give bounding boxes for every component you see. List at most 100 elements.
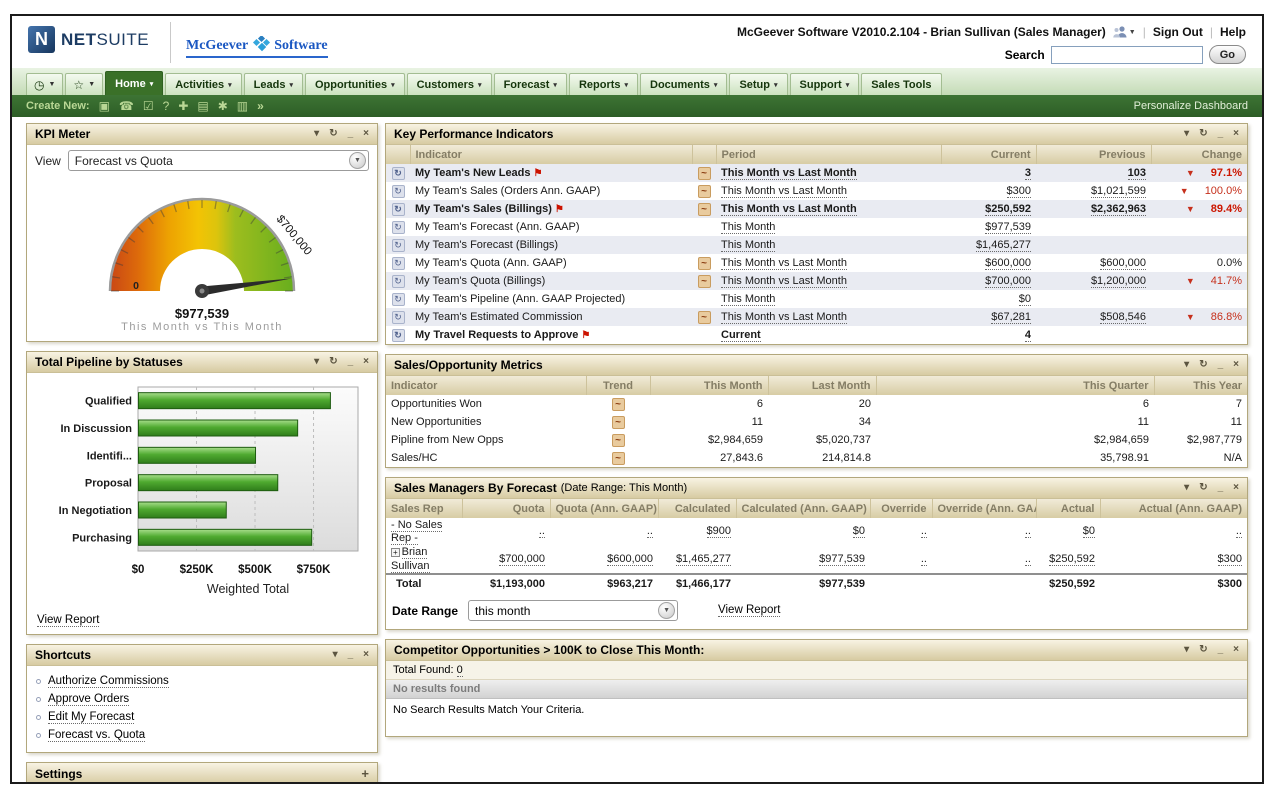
kpi-current-value[interactable]: 3 bbox=[1025, 167, 1031, 180]
column-header[interactable]: Override (Ann. GAAP) bbox=[932, 499, 1036, 518]
column-header[interactable]: Sales Rep bbox=[386, 499, 462, 518]
portlet-menu-button[interactable]: ▾ bbox=[333, 650, 338, 660]
personalize-dashboard-link[interactable]: Personalize Dashboard bbox=[1134, 100, 1248, 112]
kpi-current-value[interactable]: $600,000 bbox=[985, 257, 1031, 270]
column-header[interactable]: This Quarter bbox=[876, 376, 1154, 395]
date-range-select[interactable]: this month ▼ bbox=[468, 600, 678, 621]
search-input[interactable] bbox=[1051, 46, 1203, 64]
kpi-current-value[interactable]: $67,281 bbox=[991, 311, 1031, 324]
trend-graph-icon[interactable]: ~ bbox=[698, 167, 711, 180]
view-report-link[interactable]: View Report bbox=[718, 604, 780, 617]
kpi-period-link[interactable]: This Month vs Last Month bbox=[721, 167, 857, 180]
column-header[interactable]: Override bbox=[870, 499, 932, 518]
nav-tab[interactable]: Support ▾ bbox=[790, 73, 860, 95]
trend-graph-icon[interactable]: ~ bbox=[612, 434, 625, 447]
row-refresh-icon[interactable]: ↻ bbox=[392, 167, 405, 180]
portlet-minimize-button[interactable]: _ bbox=[348, 357, 354, 367]
calculated-gaap-value[interactable]: $977,539 bbox=[819, 553, 865, 566]
portlet-close-button[interactable]: × bbox=[1233, 129, 1239, 139]
kpi-current-value[interactable]: $300 bbox=[1007, 185, 1031, 198]
nav-tab[interactable]: Home ▾ bbox=[105, 71, 163, 95]
kpi-current-value[interactable]: $977,539 bbox=[985, 221, 1031, 234]
kpi-previous-value[interactable]: $2,362,963 bbox=[1091, 203, 1146, 216]
calculated-value[interactable]: $900 bbox=[707, 525, 731, 538]
help-link[interactable]: Help bbox=[1220, 25, 1246, 39]
kpi-period-link[interactable]: This Month bbox=[721, 293, 775, 306]
view-report-link[interactable]: View Report bbox=[37, 614, 99, 627]
shortcut-link[interactable]: Authorize Commissions bbox=[48, 675, 169, 688]
kpi-period-link[interactable]: This Month vs Last Month bbox=[721, 311, 847, 324]
row-refresh-icon[interactable]: ↻ bbox=[392, 293, 405, 306]
column-header[interactable]: Quota bbox=[462, 499, 550, 518]
column-header[interactable]: Current bbox=[941, 145, 1036, 164]
portlet-close-button[interactable]: × bbox=[363, 357, 369, 367]
calculated-gaap-value[interactable]: $0 bbox=[853, 525, 865, 538]
quota-gaap-value[interactable]: .. bbox=[647, 525, 653, 538]
portlet-minimize-button[interactable]: _ bbox=[1218, 129, 1224, 139]
portlet-close-button[interactable]: × bbox=[1233, 483, 1239, 493]
role-switcher[interactable]: ▼ bbox=[1113, 26, 1136, 38]
portlet-close-button[interactable]: × bbox=[1233, 645, 1239, 655]
favorites-button[interactable]: ☆▼ bbox=[65, 73, 103, 95]
nav-tab[interactable]: Reports ▾ bbox=[569, 73, 638, 95]
kpi-previous-value[interactable]: $600,000 bbox=[1100, 257, 1146, 270]
nav-tab[interactable]: Customers ▾ bbox=[407, 73, 492, 95]
portlet-refresh-button[interactable]: ↻ bbox=[329, 129, 337, 139]
create-new-icon[interactable]: ▤ bbox=[197, 100, 208, 112]
column-header[interactable]: Actual (Ann. GAAP) bbox=[1100, 499, 1247, 518]
create-new-icon[interactable]: ? bbox=[163, 100, 170, 112]
kpi-previous-value[interactable]: $508,546 bbox=[1100, 311, 1146, 324]
create-new-icon[interactable]: ▥ bbox=[237, 100, 248, 112]
portlet-refresh-button[interactable]: ↻ bbox=[1199, 483, 1207, 493]
actual-gaap-value[interactable]: .. bbox=[1236, 525, 1242, 538]
actual-gaap-value[interactable]: $300 bbox=[1218, 553, 1242, 566]
column-header[interactable]: Quota (Ann. GAAP) bbox=[550, 499, 658, 518]
actual-value[interactable]: $250,592 bbox=[1049, 553, 1095, 566]
trend-graph-icon[interactable]: ~ bbox=[698, 203, 711, 216]
portlet-minimize-button[interactable]: _ bbox=[1218, 645, 1224, 655]
portlet-menu-button[interactable]: ▾ bbox=[314, 357, 319, 367]
portlet-refresh-button[interactable]: ↻ bbox=[1199, 360, 1207, 370]
netsuite-logo[interactable]: N NETSUITE bbox=[28, 26, 149, 53]
kpi-previous-value[interactable]: $1,200,000 bbox=[1091, 275, 1146, 288]
portlet-close-button[interactable]: × bbox=[363, 650, 369, 660]
trend-graph-icon[interactable]: ~ bbox=[698, 275, 711, 288]
portlet-menu-button[interactable]: ▾ bbox=[1184, 360, 1189, 370]
trend-graph-icon[interactable]: ~ bbox=[698, 311, 711, 324]
portlet-close-button[interactable]: × bbox=[1233, 360, 1239, 370]
portlet-minimize-button[interactable]: _ bbox=[348, 650, 354, 660]
column-header[interactable]: Trend bbox=[586, 376, 650, 395]
override-value[interactable]: .. bbox=[921, 525, 927, 538]
recent-records-button[interactable]: ◷▼ bbox=[26, 73, 63, 95]
actual-value[interactable]: $0 bbox=[1083, 525, 1095, 538]
nav-tab[interactable]: Opportunities ▾ bbox=[305, 73, 405, 95]
create-new-icon[interactable]: ☎ bbox=[119, 100, 134, 112]
override-gaap-value[interactable]: .. bbox=[1025, 525, 1031, 538]
kpi-view-select[interactable]: Forecast vs Quota ▼ bbox=[68, 150, 369, 171]
sign-out-link[interactable]: Sign Out bbox=[1153, 25, 1203, 39]
column-header[interactable]: Previous bbox=[1036, 145, 1151, 164]
portlet-menu-button[interactable]: ▾ bbox=[1184, 645, 1189, 655]
portlet-menu-button[interactable]: ▾ bbox=[1184, 129, 1189, 139]
kpi-current-value[interactable]: $250,592 bbox=[985, 203, 1031, 216]
shortcut-link[interactable]: Approve Orders bbox=[48, 693, 129, 706]
quota-value[interactable]: .. bbox=[539, 525, 545, 538]
calculated-value[interactable]: $1,465,277 bbox=[676, 553, 731, 566]
kpi-period-link[interactable]: This Month vs Last Month bbox=[721, 203, 857, 216]
portlet-menu-button[interactable]: ▾ bbox=[1184, 483, 1189, 493]
trend-graph-icon[interactable]: ~ bbox=[612, 398, 625, 411]
trend-graph-icon[interactable]: ~ bbox=[612, 452, 625, 465]
column-header[interactable]: Indicator bbox=[410, 145, 692, 164]
shortcut-link[interactable]: Forecast vs. Quota bbox=[48, 729, 145, 742]
quota-value[interactable]: $700,000 bbox=[499, 553, 545, 566]
kpi-period-link[interactable]: This Month vs Last Month bbox=[721, 257, 847, 270]
kpi-previous-value[interactable]: 103 bbox=[1128, 167, 1146, 180]
column-header[interactable]: Period bbox=[716, 145, 941, 164]
create-new-icon[interactable]: ✱ bbox=[218, 100, 228, 112]
trend-graph-icon[interactable]: ~ bbox=[612, 416, 625, 429]
nav-tab[interactable]: Forecast ▾ bbox=[494, 73, 567, 95]
row-refresh-icon[interactable]: ↻ bbox=[392, 203, 405, 216]
create-new-icon[interactable]: ✚ bbox=[178, 100, 188, 112]
column-header[interactable]: Calculated bbox=[658, 499, 736, 518]
kpi-current-value[interactable]: 4 bbox=[1025, 329, 1031, 342]
